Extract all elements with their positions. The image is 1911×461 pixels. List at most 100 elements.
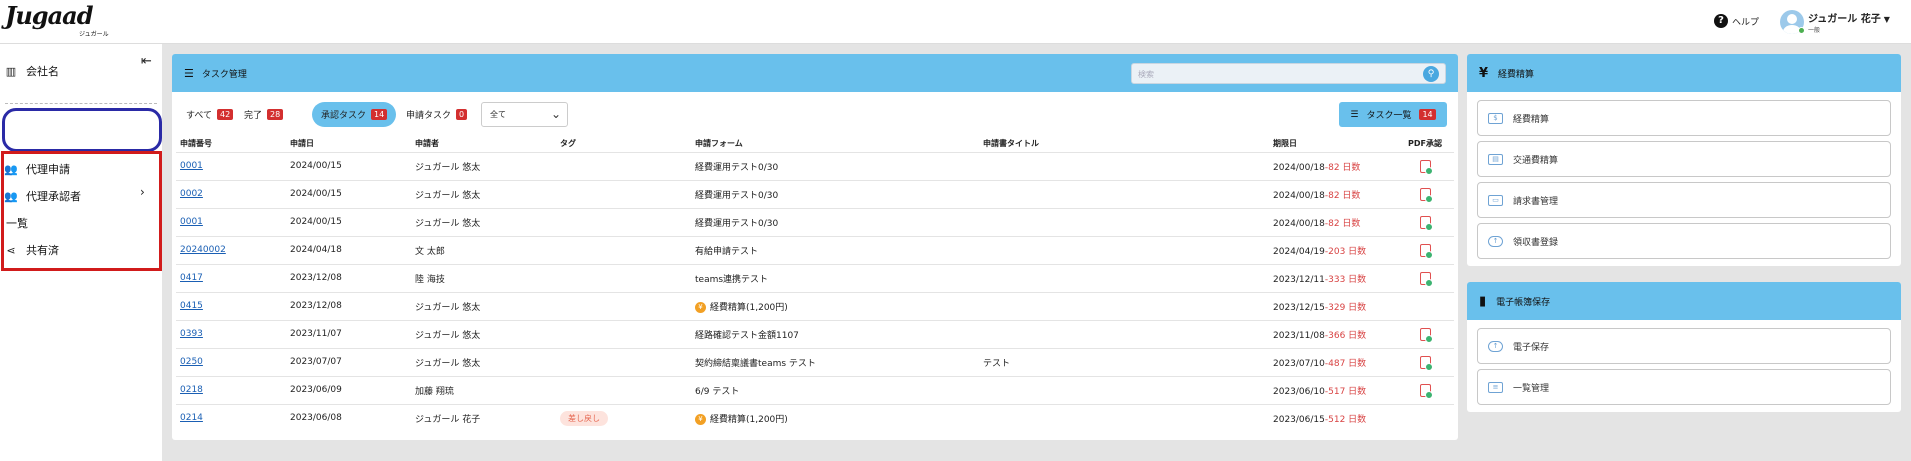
column-header[interactable]: 申請番号 (176, 136, 286, 152)
help-label: ヘルプ (1732, 17, 1760, 28)
table-row[interactable]: 0001 2024/00/15 ジュガール 悠太 経費運用テスト0/30 2024/00… (176, 151, 1454, 180)
book-icon: ▮ (1479, 293, 1487, 309)
application-id-link[interactable]: 0002 (180, 189, 203, 199)
pdf-approve-icon[interactable] (1420, 187, 1433, 203)
sidebar-item-shared[interactable]: ⋖ 共有済 (4, 242, 59, 258)
table-row[interactable]: 0214 2023/06/08 ジュガール 花子 差し戻し ¥ 経費精算(1,200円) 2… (176, 403, 1454, 432)
search-icon[interactable]: ⚲ (1423, 66, 1439, 82)
share-icon: ⋖ (6, 243, 16, 257)
table-row[interactable]: 0417 2023/12/08 陸 海技 teams連携テスト 2023/12/11-3… (176, 263, 1454, 292)
table-row[interactable]: 0415 2023/12/08 ジュガール 悠太 ¥ 経費精算(1,200円) 2023/… (176, 291, 1454, 320)
card-icon: ▭ (1488, 194, 1503, 206)
pdf-approve-icon[interactable] (1420, 383, 1433, 399)
sidebar-item-list[interactable]: 一覧 (6, 215, 28, 231)
application-form: teams連携テスト (695, 274, 769, 285)
application-title (979, 319, 1269, 348)
user-role: 一般 (1808, 27, 1821, 34)
pdf-approve-icon[interactable] (1420, 243, 1433, 259)
search-input[interactable]: 検索 (1131, 63, 1446, 84)
column-header[interactable]: 申請者 (411, 136, 556, 152)
days-overdue: -366 日数 (1324, 330, 1367, 341)
users-icon: 👥 (4, 189, 18, 203)
days-overdue: -82 日数 (1324, 218, 1361, 229)
application-id-link[interactable]: 0001 (180, 217, 203, 227)
table-row[interactable]: 0250 2023/07/07 ジュガール 悠太 契約締結稟議書teams テスト テス… (176, 347, 1454, 376)
application-id-link[interactable]: 0415 (180, 301, 203, 311)
pdf-approve-icon[interactable] (1420, 355, 1433, 371)
e-storage-button[interactable]: ↑ 電子保存 (1477, 328, 1891, 364)
sidebar-divider (5, 103, 157, 104)
application-form: 経路確認テスト金額1107 (695, 330, 799, 341)
table-row[interactable]: 0001 2024/00/15 ジュガール 悠太 経費運用テスト0/30 2024/00… (176, 207, 1454, 236)
column-header[interactable]: 期限日 (1269, 136, 1404, 152)
application-date: 2023/11/07 (286, 319, 411, 348)
tab-label: 完了 (244, 111, 263, 121)
sidebar-item-label: 代理承認者 (26, 190, 81, 203)
transport-expense-button[interactable]: ▤ 交通費精算 (1477, 141, 1891, 177)
application-id-link[interactable]: 0250 (180, 357, 203, 367)
tab-completed[interactable]: 完了 28 (244, 102, 284, 127)
application-id-link[interactable]: 0214 (180, 413, 203, 423)
chevron-right-icon[interactable]: › (140, 185, 145, 199)
deadline-date: 2023/11/08 (1273, 330, 1325, 341)
table-row[interactable]: 20240002 2024/04/18 文 太郎 有給申請テスト 2024/04/19-… (176, 235, 1454, 264)
task-table: 申請番号 申請日 申請者 タグ 申請フォーム 申請書タイトル 期限日 PDF承認… (176, 136, 1454, 432)
button-label: 電子保存 (1513, 342, 1550, 353)
applicant: ジュガール 悠太 (411, 347, 556, 376)
users-icon: 👥 (4, 162, 18, 176)
deadline-date: 2023/12/15 (1273, 302, 1325, 313)
applicant: 加藤 翔琉 (411, 375, 556, 404)
table-row[interactable]: 0218 2023/06/09 加藤 翔琉 6/9 テスト 2023/06/10-517… (176, 375, 1454, 404)
sidebar-item-label: 会社名 (26, 65, 59, 78)
application-title (979, 207, 1269, 236)
caret-down-icon: ▼ (1883, 15, 1890, 24)
application-id-link[interactable]: 0218 (180, 385, 203, 395)
application-form: 経費運用テスト0/30 (695, 218, 779, 229)
expense-button[interactable]: $ 経費精算 (1477, 100, 1891, 136)
pdf-approve-icon[interactable] (1420, 159, 1433, 175)
tab-approval-tasks[interactable]: 承認タスク 14 (312, 102, 397, 127)
pdf-approve-icon[interactable] (1420, 327, 1433, 343)
tab-application-tasks[interactable]: 申請タスク 0 (406, 102, 468, 127)
pdf-approve-icon[interactable] (1420, 271, 1433, 287)
sidebar-item-company[interactable]: ▥ 会社名 (4, 63, 59, 79)
coin-icon: ¥ (695, 301, 706, 313)
count-badge: 14 (1419, 109, 1436, 120)
list-management-button[interactable]: ≡ 一覧管理 (1477, 369, 1891, 405)
filter-select[interactable]: 全て ⌄ (481, 102, 568, 127)
column-header[interactable]: タグ (556, 136, 691, 152)
deadline-date: 2023/06/10 (1273, 386, 1325, 397)
table-row[interactable]: 0002 2024/00/15 ジュガール 悠太 経費運用テスト0/30 2024/00… (176, 179, 1454, 208)
application-id-link[interactable]: 20240002 (180, 245, 226, 255)
application-id-link[interactable]: 0393 (180, 329, 203, 339)
count-badge: 28 (267, 109, 284, 120)
application-id-link[interactable]: 0417 (180, 273, 203, 283)
receipt-register-button[interactable]: ↑ 領収書登録 (1477, 223, 1891, 259)
column-header[interactable]: PDF承認 (1404, 136, 1454, 152)
tab-all[interactable]: すべて 42 (186, 102, 234, 127)
expense-panel-title: 経費精算 (1498, 69, 1535, 80)
column-header[interactable]: 申請フォーム (691, 136, 979, 152)
application-title (979, 375, 1269, 404)
help-link[interactable]: ? ヘルプ (1714, 14, 1759, 28)
application-date: 2023/06/08 (286, 403, 411, 432)
applicant: 文 太郎 (411, 235, 556, 264)
user-menu[interactable]: ジュガール 花子 ▼ 一般 (1780, 10, 1890, 34)
table-header-row: 申請番号 申請日 申請者 タグ 申請フォーム 申請書タイトル 期限日 PDF承認 (176, 136, 1454, 152)
application-title (979, 263, 1269, 292)
app-logo[interactable]: Jugaad ジュガール (5, 4, 109, 39)
task-list-button[interactable]: ☰ タスク一覧 14 (1339, 102, 1447, 127)
button-label: 請求書管理 (1513, 196, 1559, 207)
application-form: 経費運用テスト0/30 (695, 190, 779, 201)
column-header[interactable]: 申請書タイトル (979, 136, 1269, 152)
application-id-link[interactable]: 0001 (180, 161, 203, 171)
sidebar-item-proxy-application[interactable]: 👥 代理申請 (4, 161, 70, 177)
invoice-management-button[interactable]: ▭ 請求書管理 (1477, 182, 1891, 218)
pdf-approve-icon[interactable] (1420, 215, 1433, 231)
column-header[interactable]: 申請日 (286, 136, 411, 152)
sidebar-item-proxy-approver[interactable]: 👥 代理承認者 (4, 188, 81, 204)
table-row[interactable]: 0393 2023/11/07 ジュガール 悠太 経路確認テスト金額1107 2023/… (176, 319, 1454, 348)
list-icon: ☰ (184, 67, 194, 80)
collapse-sidebar-icon[interactable]: ⇤ (141, 54, 152, 69)
deadline-date: 2023/12/11 (1273, 274, 1325, 285)
